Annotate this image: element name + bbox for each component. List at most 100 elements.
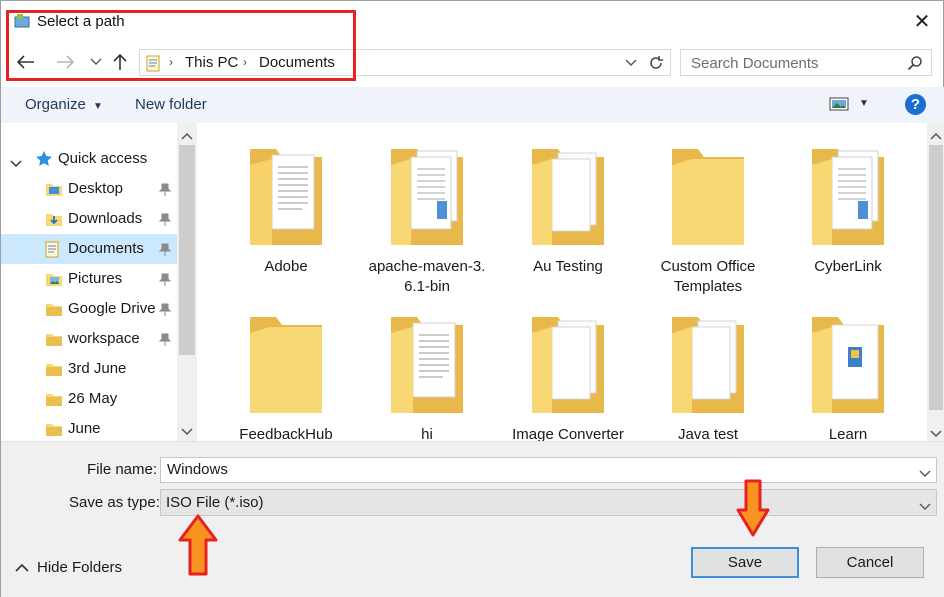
folder-item-feedbackhub[interactable]: FeedbackHub	[221, 313, 351, 441]
folder-item-au-testing[interactable]: Au Testing	[503, 145, 633, 277]
search-input[interactable]: Search Documents	[680, 49, 932, 76]
nav-item-downloads[interactable]: Downloads	[1, 204, 177, 234]
folder-icon	[45, 421, 63, 441]
folder-item-learn[interactable]: Learn	[783, 313, 913, 441]
organize-label: Organize	[25, 96, 86, 113]
window-title: Select a path	[37, 13, 125, 30]
folder-name-line2: Templates	[673, 278, 743, 295]
documents-folder-icon	[146, 54, 162, 76]
folder-name: CyberLink	[814, 258, 882, 275]
file-name-label: File name:	[87, 461, 158, 478]
nav-item-label: 3rd June	[68, 360, 127, 377]
expand-chevron-icon[interactable]	[10, 155, 22, 172]
folder-white-pages-icon	[532, 149, 604, 245]
view-icon[interactable]	[829, 96, 849, 116]
cancel-button[interactable]: Cancel	[816, 547, 924, 578]
folder-icon	[250, 317, 322, 413]
refresh-icon[interactable]	[646, 53, 666, 77]
search-icon[interactable]	[907, 55, 923, 75]
star-icon	[35, 150, 53, 172]
nav-item-label: Downloads	[68, 210, 143, 227]
folder-white-pages-icon	[672, 317, 744, 413]
close-icon[interactable]: ✕	[911, 11, 933, 33]
file-list-scrollbar[interactable]	[927, 123, 944, 441]
folder-item-java-test[interactable]: Java test	[643, 313, 773, 441]
nav-item-label: workspace	[68, 330, 140, 347]
folder-name: Custom Office	[660, 258, 756, 275]
nav-item-pictures[interactable]: Pictures	[1, 264, 177, 294]
folder-name: apache-maven-3.	[368, 258, 486, 275]
breadcrumb-this-pc[interactable]: This PC	[185, 54, 238, 71]
file-list: Adobe apache-maven-3. 6.1-bin Au Testing	[199, 123, 927, 441]
forward-button[interactable]	[54, 51, 76, 73]
nav-item-desktop[interactable]: Desktop	[1, 174, 177, 204]
save-button[interactable]: Save	[691, 547, 799, 578]
nav-scrollbar[interactable]	[177, 123, 196, 441]
command-toolbar: Organize ▼ New folder ▼ ?	[1, 87, 944, 123]
scrollbar-thumb[interactable]	[929, 145, 943, 410]
documents-folder-icon	[45, 241, 61, 263]
pin-icon	[158, 332, 172, 350]
folder-item-cyberlink[interactable]: CyberLink	[783, 145, 913, 277]
app-icon	[14, 14, 30, 28]
folder-documents-icon	[391, 317, 463, 413]
folder-icon	[672, 149, 744, 245]
downloads-folder-icon	[45, 211, 63, 231]
folder-name: Adobe	[264, 258, 308, 275]
nav-item-label: 26 May	[68, 390, 118, 407]
nav-item-3rd-june[interactable]: 3rd June	[1, 354, 177, 384]
folder-name: Au Testing	[533, 258, 603, 275]
nav-item-google-drive[interactable]: Google Drive	[1, 294, 177, 324]
folder-item-hi[interactable]: hi	[362, 313, 492, 441]
folder-icon	[45, 391, 63, 411]
hide-folders-toggle[interactable]: Hide Folders	[15, 559, 122, 577]
save-type-select[interactable]: ISO File (*.iso)	[160, 489, 937, 516]
scroll-up-icon[interactable]	[930, 127, 942, 144]
nav-item-workspace[interactable]: workspace	[1, 324, 177, 354]
save-form: File name: Windows Save as type: ISO Fil…	[1, 441, 944, 597]
scrollbar-thumb[interactable]	[179, 145, 195, 355]
organize-button[interactable]: Organize ▼	[25, 96, 103, 113]
nav-item-26-may[interactable]: 26 May	[1, 384, 177, 414]
folder-item-adobe[interactable]: Adobe	[221, 145, 351, 277]
help-icon[interactable]: ?	[905, 94, 926, 115]
title-bar: Select a path ✕	[1, 1, 944, 41]
back-button[interactable]	[15, 51, 37, 73]
save-type-label: Save as type:	[69, 494, 160, 511]
breadcrumb-separator-icon: ›	[169, 55, 173, 69]
folder-name: FeedbackHub	[239, 426, 333, 441]
folder-item-apache-maven[interactable]: apache-maven-3. 6.1-bin	[362, 145, 492, 297]
nav-item-documents[interactable]: Documents	[1, 234, 177, 264]
breadcrumb-separator-icon: ›	[243, 55, 247, 69]
breadcrumb-documents[interactable]: Documents	[259, 54, 335, 71]
save-type-dropdown-icon[interactable]	[919, 498, 931, 515]
scroll-down-icon[interactable]	[930, 425, 942, 442]
view-dropdown-icon[interactable]: ▼	[859, 98, 869, 109]
folder-item-image-converter[interactable]: Image Converter	[503, 313, 633, 441]
nav-item-label: Pictures	[68, 270, 123, 287]
chevron-up-icon	[15, 563, 29, 572]
folder-item-custom-office-templates[interactable]: Custom Office Templates	[643, 145, 773, 297]
folder-documents-icon	[250, 149, 322, 245]
nav-item-label: Documents	[68, 240, 144, 257]
folder-icon	[45, 361, 63, 381]
folder-name: Image Converter	[512, 426, 624, 441]
folder-pages-icon	[391, 149, 463, 245]
recent-locations-chevron-icon[interactable]	[85, 51, 107, 73]
nav-item-june[interactable]: June	[1, 414, 177, 441]
nav-quick-access[interactable]: Quick access	[1, 144, 177, 174]
scroll-up-icon[interactable]	[181, 127, 193, 144]
folder-white-pages-icon	[532, 317, 604, 413]
address-dropdown-icon[interactable]	[624, 55, 638, 73]
quick-access-label: Quick access	[58, 150, 148, 167]
address-bar[interactable]: › This PC › Documents	[139, 49, 671, 76]
up-button[interactable]	[109, 51, 131, 73]
file-name-dropdown-icon[interactable]	[919, 465, 931, 482]
scroll-down-icon[interactable]	[181, 423, 193, 440]
folder-name: Learn	[828, 426, 868, 441]
pin-icon	[158, 182, 172, 200]
new-folder-button[interactable]: New folder	[135, 96, 207, 113]
annotation-arrow-down-icon	[736, 479, 770, 537]
file-name-field[interactable]: Windows	[160, 457, 937, 483]
folder-name: hi	[421, 426, 433, 441]
